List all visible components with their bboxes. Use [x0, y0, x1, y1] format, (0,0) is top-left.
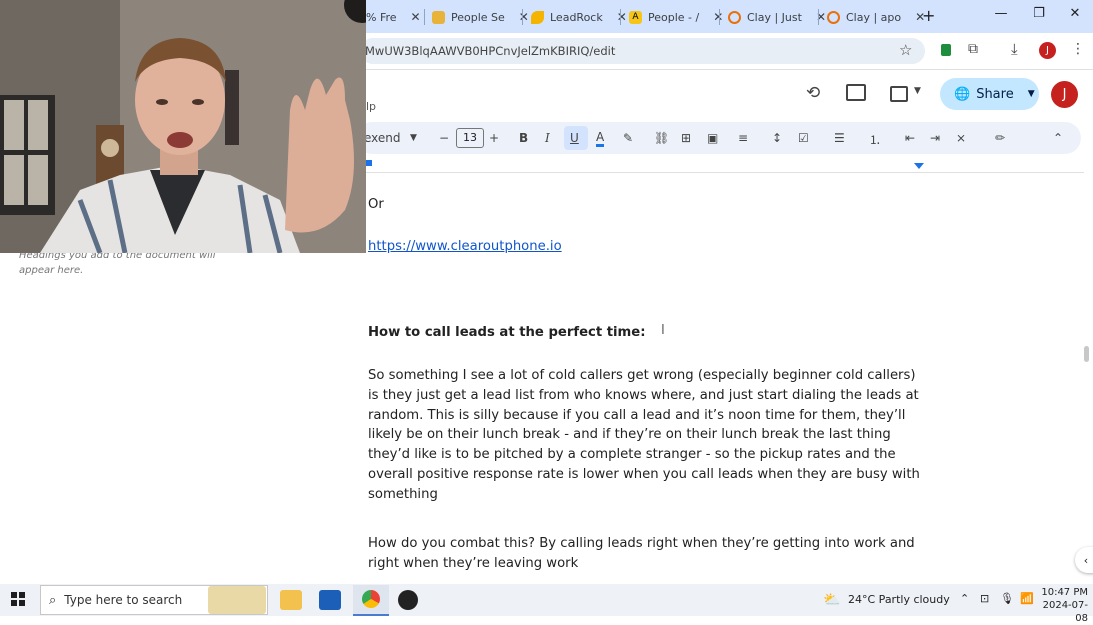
clock-time: 10:47 PM	[1041, 587, 1088, 598]
editing-mode-pen-icon[interactable]: ✏	[995, 131, 1005, 145]
line-spacing-icon[interactable]: ↕	[772, 131, 782, 145]
underline-button[interactable]: U	[570, 131, 579, 145]
comments-icon[interactable]	[846, 84, 866, 101]
leadrock-favicon-icon	[531, 10, 544, 24]
store-icon[interactable]	[319, 590, 341, 610]
restore-button[interactable]: ❐	[1024, 6, 1054, 21]
meet-camera-icon[interactable]	[890, 86, 908, 102]
tab-divider	[424, 9, 425, 25]
document-link[interactable]: https://www.clearoutphone.io	[368, 237, 928, 257]
url-text[interactable]: MwUW3BlqAAWVB0HPCnvJelZmKBIRIQ/edit	[365, 44, 615, 58]
app-icon[interactable]	[398, 590, 418, 610]
tab-title: Clay | apo	[846, 10, 902, 24]
bulleted-list-icon[interactable]: ☰	[834, 131, 845, 145]
tab-2[interactable]: People Se ✕	[432, 4, 529, 30]
highlight-pen-icon[interactable]: ✎	[623, 131, 633, 145]
wifi-icon[interactable]: 📶	[1020, 592, 1034, 605]
paragraph-2: How do you combat this? By calling leads…	[368, 536, 915, 571]
close-icon[interactable]: ✕	[519, 10, 529, 24]
tab-3[interactable]: LeadRock ✕	[531, 4, 627, 30]
globe-icon: 🌐	[954, 86, 971, 102]
tab-divider	[719, 9, 720, 25]
account-avatar[interactable]: J	[1051, 81, 1078, 108]
align-icon[interactable]: ≡	[738, 131, 748, 145]
download-icon[interactable]: ⤓	[1011, 40, 1018, 58]
search-icon: ⌕	[49, 592, 57, 608]
chrome-icon	[362, 590, 380, 608]
increase-font-size-button[interactable]: +	[489, 131, 499, 145]
apollo-favicon-icon: A	[629, 10, 642, 24]
sheets-extension-icon[interactable]	[941, 44, 951, 56]
minimize-button[interactable]: —	[986, 6, 1016, 21]
chevron-down-icon[interactable]: ▼	[1028, 89, 1035, 99]
tab-4[interactable]: A People - / ✕	[629, 4, 723, 30]
people-search-favicon-icon	[432, 10, 445, 24]
bookmark-star-icon[interactable]: ☆	[899, 41, 912, 59]
weather-text[interactable]: 24°C Partly cloudy	[848, 593, 950, 606]
text-or: Or	[368, 197, 384, 212]
font-size-input[interactable]: 13	[456, 128, 484, 148]
decrease-indent-icon[interactable]: ⇤	[905, 131, 915, 145]
clear-formatting-icon[interactable]: ⨯	[956, 131, 966, 145]
collapse-toolbar-icon[interactable]: ⌃	[1053, 131, 1063, 145]
search-highlight-image	[208, 586, 266, 614]
italic-button[interactable]: I	[545, 131, 550, 145]
weather-cloud-sun-icon: ⛅	[823, 592, 841, 608]
share-label: Share	[976, 86, 1014, 102]
webcam-overlay	[0, 0, 366, 253]
increase-indent-icon[interactable]: ⇥	[930, 131, 940, 145]
close-window-button[interactable]: ✕	[1060, 6, 1090, 21]
numbered-list-icon[interactable]: ⒈	[869, 131, 881, 148]
checklist-icon[interactable]: ☑	[798, 131, 809, 145]
microphone-icon[interactable]: 🎙	[1000, 592, 1014, 605]
clay-favicon-icon	[728, 10, 741, 24]
show-hidden-icons-icon[interactable]: ⌃	[960, 592, 969, 605]
right-margin-marker-icon[interactable]	[914, 163, 924, 169]
extensions-puzzle-icon[interactable]: ⧉	[968, 41, 978, 57]
browser-menu-icon[interactable]: ⋮	[1071, 41, 1085, 57]
new-tab-button[interactable]: +	[922, 6, 935, 25]
chevron-down-icon[interactable]: ▼	[914, 86, 921, 96]
tab-title: LeadRock	[550, 10, 603, 24]
bold-button[interactable]: B	[519, 131, 528, 145]
search-placeholder: Type here to search	[64, 593, 183, 607]
add-comment-icon[interactable]: ⊞	[681, 131, 691, 145]
tab-divider	[620, 9, 621, 25]
text-cursor-icon: I	[661, 323, 665, 338]
chevron-down-icon[interactable]: ▼	[410, 133, 417, 143]
clay-favicon-icon	[827, 10, 840, 24]
tab-divider	[818, 9, 819, 25]
decrease-font-size-button[interactable]: −	[439, 131, 449, 145]
insert-image-icon[interactable]: ▣	[707, 131, 718, 145]
link-text[interactable]: https://www.clearoutphone.io	[368, 239, 562, 254]
tab-6[interactable]: Clay | apo ✕	[827, 4, 925, 30]
text-color-button[interactable]: A	[596, 131, 605, 147]
tab-title: Clay | Just	[747, 10, 802, 24]
close-icon[interactable]: ✕	[411, 10, 421, 24]
webcam-image	[0, 0, 366, 253]
section-heading: How to call leads at the perfect time:	[368, 325, 646, 340]
tab-1[interactable]: % Fre ✕	[366, 4, 421, 30]
close-icon[interactable]: ✕	[617, 10, 627, 24]
paragraph-1: So something I see a lot of cold callers…	[368, 368, 920, 502]
tab-divider	[522, 9, 523, 25]
tab-title: People - /	[648, 10, 700, 24]
help-menu[interactable]: lp	[366, 100, 376, 113]
version-history-icon[interactable]: ⟲	[806, 83, 820, 103]
share-button[interactable]: 🌐 Share ▼	[940, 78, 1039, 110]
network-device-icon[interactable]: ⊡	[980, 592, 989, 605]
windows-start-icon[interactable]	[11, 592, 25, 606]
insert-link-icon[interactable]: ⛓	[654, 131, 669, 145]
font-family-select[interactable]: exend	[364, 131, 401, 145]
tab-title: People Se	[451, 10, 505, 24]
tab-5[interactable]: Clay | Just ✕	[728, 4, 826, 30]
scrollbar-thumb[interactable]	[1084, 346, 1089, 362]
clock[interactable]: 10:47 PM 2024-07-08	[1036, 586, 1088, 625]
profile-avatar[interactable]: J	[1039, 42, 1056, 59]
clock-date: 2024-07-08	[1042, 600, 1088, 624]
file-explorer-icon[interactable]	[280, 590, 302, 610]
chrome-taskbar-button[interactable]	[353, 585, 389, 616]
tab-title: % Fre	[366, 10, 397, 24]
